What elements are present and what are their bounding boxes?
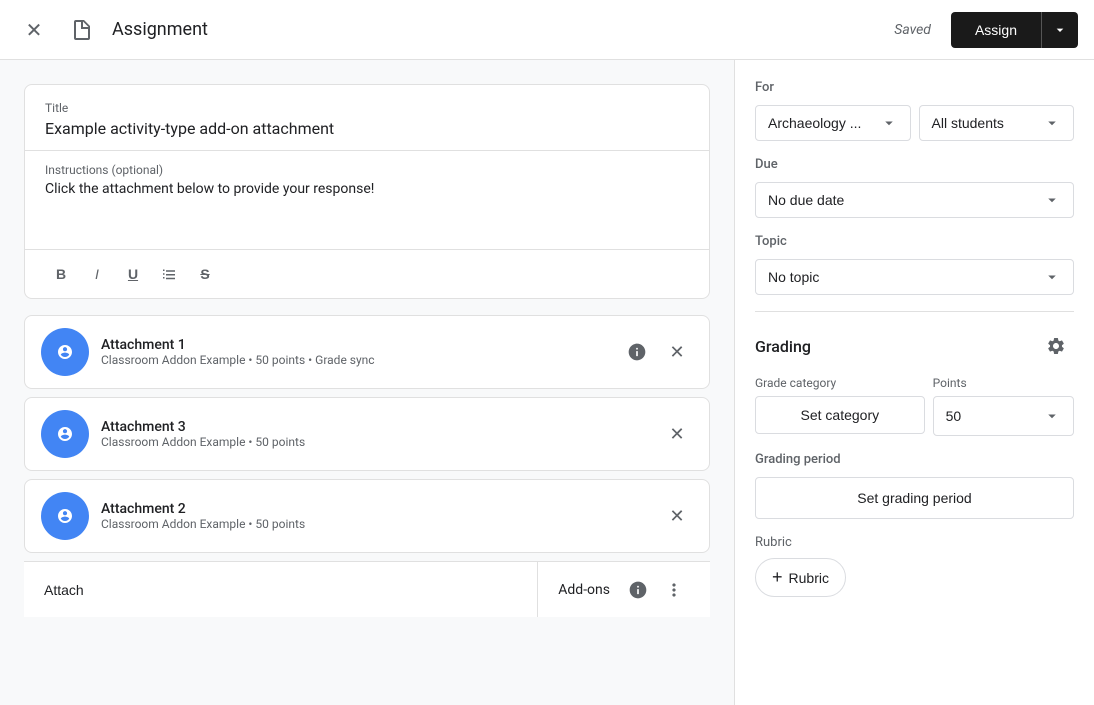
attachment-name-1: Attachment 1 (101, 337, 609, 353)
instructions-value[interactable]: Click the attachment below to provide yo… (45, 181, 689, 241)
grading-title: Grading (755, 337, 811, 356)
add-rubric-label: Rubric (789, 570, 829, 586)
attachment-meta-3: Classroom Addon Example • 50 points (101, 517, 649, 531)
assign-dropdown-button[interactable] (1041, 12, 1078, 48)
due-dropdown[interactable]: No due date (755, 182, 1074, 218)
for-dropdowns: Archaeology ... All students (755, 105, 1074, 141)
attachment-item: Attachment 3 Classroom Addon Example • 5… (24, 397, 710, 471)
bold-button[interactable]: B (45, 258, 77, 290)
attachment-info-1: Attachment 1 Classroom Addon Example • 5… (101, 337, 609, 367)
addons-more-icon[interactable] (658, 574, 690, 606)
grade-points-column: Points 50 (933, 376, 1074, 436)
page-title: Assignment (112, 19, 882, 40)
saved-status: Saved (894, 22, 931, 38)
topic-label: Topic (755, 234, 1074, 249)
points-value: 50 (946, 408, 962, 424)
instructions-section: Instructions (optional) Click the attach… (25, 151, 709, 250)
class-dropdown[interactable]: Archaeology ... (755, 105, 911, 141)
students-dropdown[interactable]: All students (919, 105, 1075, 141)
close-icon[interactable]: ✕ (16, 12, 52, 48)
addons-label: Add-ons (558, 582, 610, 598)
attachment-item: Attachment 2 Classroom Addon Example • 5… (24, 479, 710, 553)
attachment-actions-3: ✕ (661, 500, 693, 532)
bottom-toolbar: Attach Add-ons (24, 561, 710, 617)
class-dropdown-value: Archaeology ... (768, 115, 861, 131)
attach-button[interactable]: Attach (24, 562, 537, 617)
assign-button[interactable]: Assign (951, 12, 1041, 48)
grade-columns: Grade category Set category Points 50 (755, 376, 1074, 436)
title-section: Title Example activity-type add-on attac… (25, 85, 709, 151)
title-label: Title (45, 101, 689, 115)
students-dropdown-value: All students (932, 115, 1004, 131)
points-label: Points (933, 376, 1074, 390)
set-grading-period-button[interactable]: Set grading period (755, 477, 1074, 519)
points-dropdown[interactable]: 50 (933, 396, 1074, 436)
attachments-list: Attachment 1 Classroom Addon Example • 5… (24, 315, 710, 553)
due-dropdown-value: No due date (768, 192, 844, 208)
divider (755, 311, 1074, 312)
topbar: ✕ Assignment Saved Assign (0, 0, 1094, 60)
attachment-info-3: Attachment 2 Classroom Addon Example • 5… (101, 501, 649, 531)
instructions-label: Instructions (optional) (45, 163, 689, 177)
set-category-button[interactable]: Set category (755, 396, 925, 434)
attachment-actions-1: ✕ (621, 336, 693, 368)
attachment-remove-button-3[interactable]: ✕ (661, 500, 693, 532)
grading-settings-button[interactable] (1038, 328, 1074, 364)
title-value[interactable]: Example activity-type add-on attachment (45, 119, 689, 138)
attachment-actions-2: ✕ (661, 418, 693, 450)
plus-icon: + (772, 567, 783, 588)
topic-dropdown[interactable]: No topic (755, 259, 1074, 295)
main-layout: Title Example activity-type add-on attac… (0, 60, 1094, 705)
formatting-bar: B I U S (25, 250, 709, 298)
grading-period-section: Grading period Set grading period (755, 452, 1074, 519)
underline-button[interactable]: U (117, 258, 149, 290)
right-panel: For Archaeology ... All students Due No … (734, 60, 1094, 705)
attachment-meta-1: Classroom Addon Example • 50 points • Gr… (101, 353, 609, 367)
attachment-name-2: Attachment 3 (101, 419, 649, 435)
italic-button[interactable]: I (81, 258, 113, 290)
grading-period-label: Grading period (755, 452, 1074, 467)
left-panel: Title Example activity-type add-on attac… (0, 60, 734, 705)
topic-dropdown-value: No topic (768, 269, 819, 285)
attachment-remove-button-1[interactable]: ✕ (661, 336, 693, 368)
attachment-icon-3 (41, 492, 89, 540)
grading-header: Grading (755, 328, 1074, 364)
rubric-label: Rubric (755, 535, 1074, 550)
rubric-section: Rubric + Rubric (755, 535, 1074, 597)
addons-info-icon[interactable] (622, 574, 654, 606)
attachment-info-button-1[interactable] (621, 336, 653, 368)
attachment-item: Attachment 1 Classroom Addon Example • 5… (24, 315, 710, 389)
assignment-card: Title Example activity-type add-on attac… (24, 84, 710, 299)
due-label: Due (755, 157, 1074, 172)
strikethrough-button[interactable]: S (189, 258, 221, 290)
attachment-icon-2 (41, 410, 89, 458)
attachment-remove-button-2[interactable]: ✕ (661, 418, 693, 450)
grade-category-label: Grade category (755, 376, 925, 390)
for-label: For (755, 80, 1074, 95)
addons-section[interactable]: Add-ons (537, 562, 710, 617)
grade-category-column: Grade category Set category (755, 376, 925, 436)
attachment-info-2: Attachment 3 Classroom Addon Example • 5… (101, 419, 649, 449)
addons-icons (622, 574, 690, 606)
attachment-name-3: Attachment 2 (101, 501, 649, 517)
attachment-meta-2: Classroom Addon Example • 50 points (101, 435, 649, 449)
list-button[interactable] (153, 258, 185, 290)
attachment-icon-1 (41, 328, 89, 376)
add-rubric-button[interactable]: + Rubric (755, 558, 846, 597)
assign-button-group: Assign (951, 12, 1078, 48)
document-icon (64, 12, 100, 48)
